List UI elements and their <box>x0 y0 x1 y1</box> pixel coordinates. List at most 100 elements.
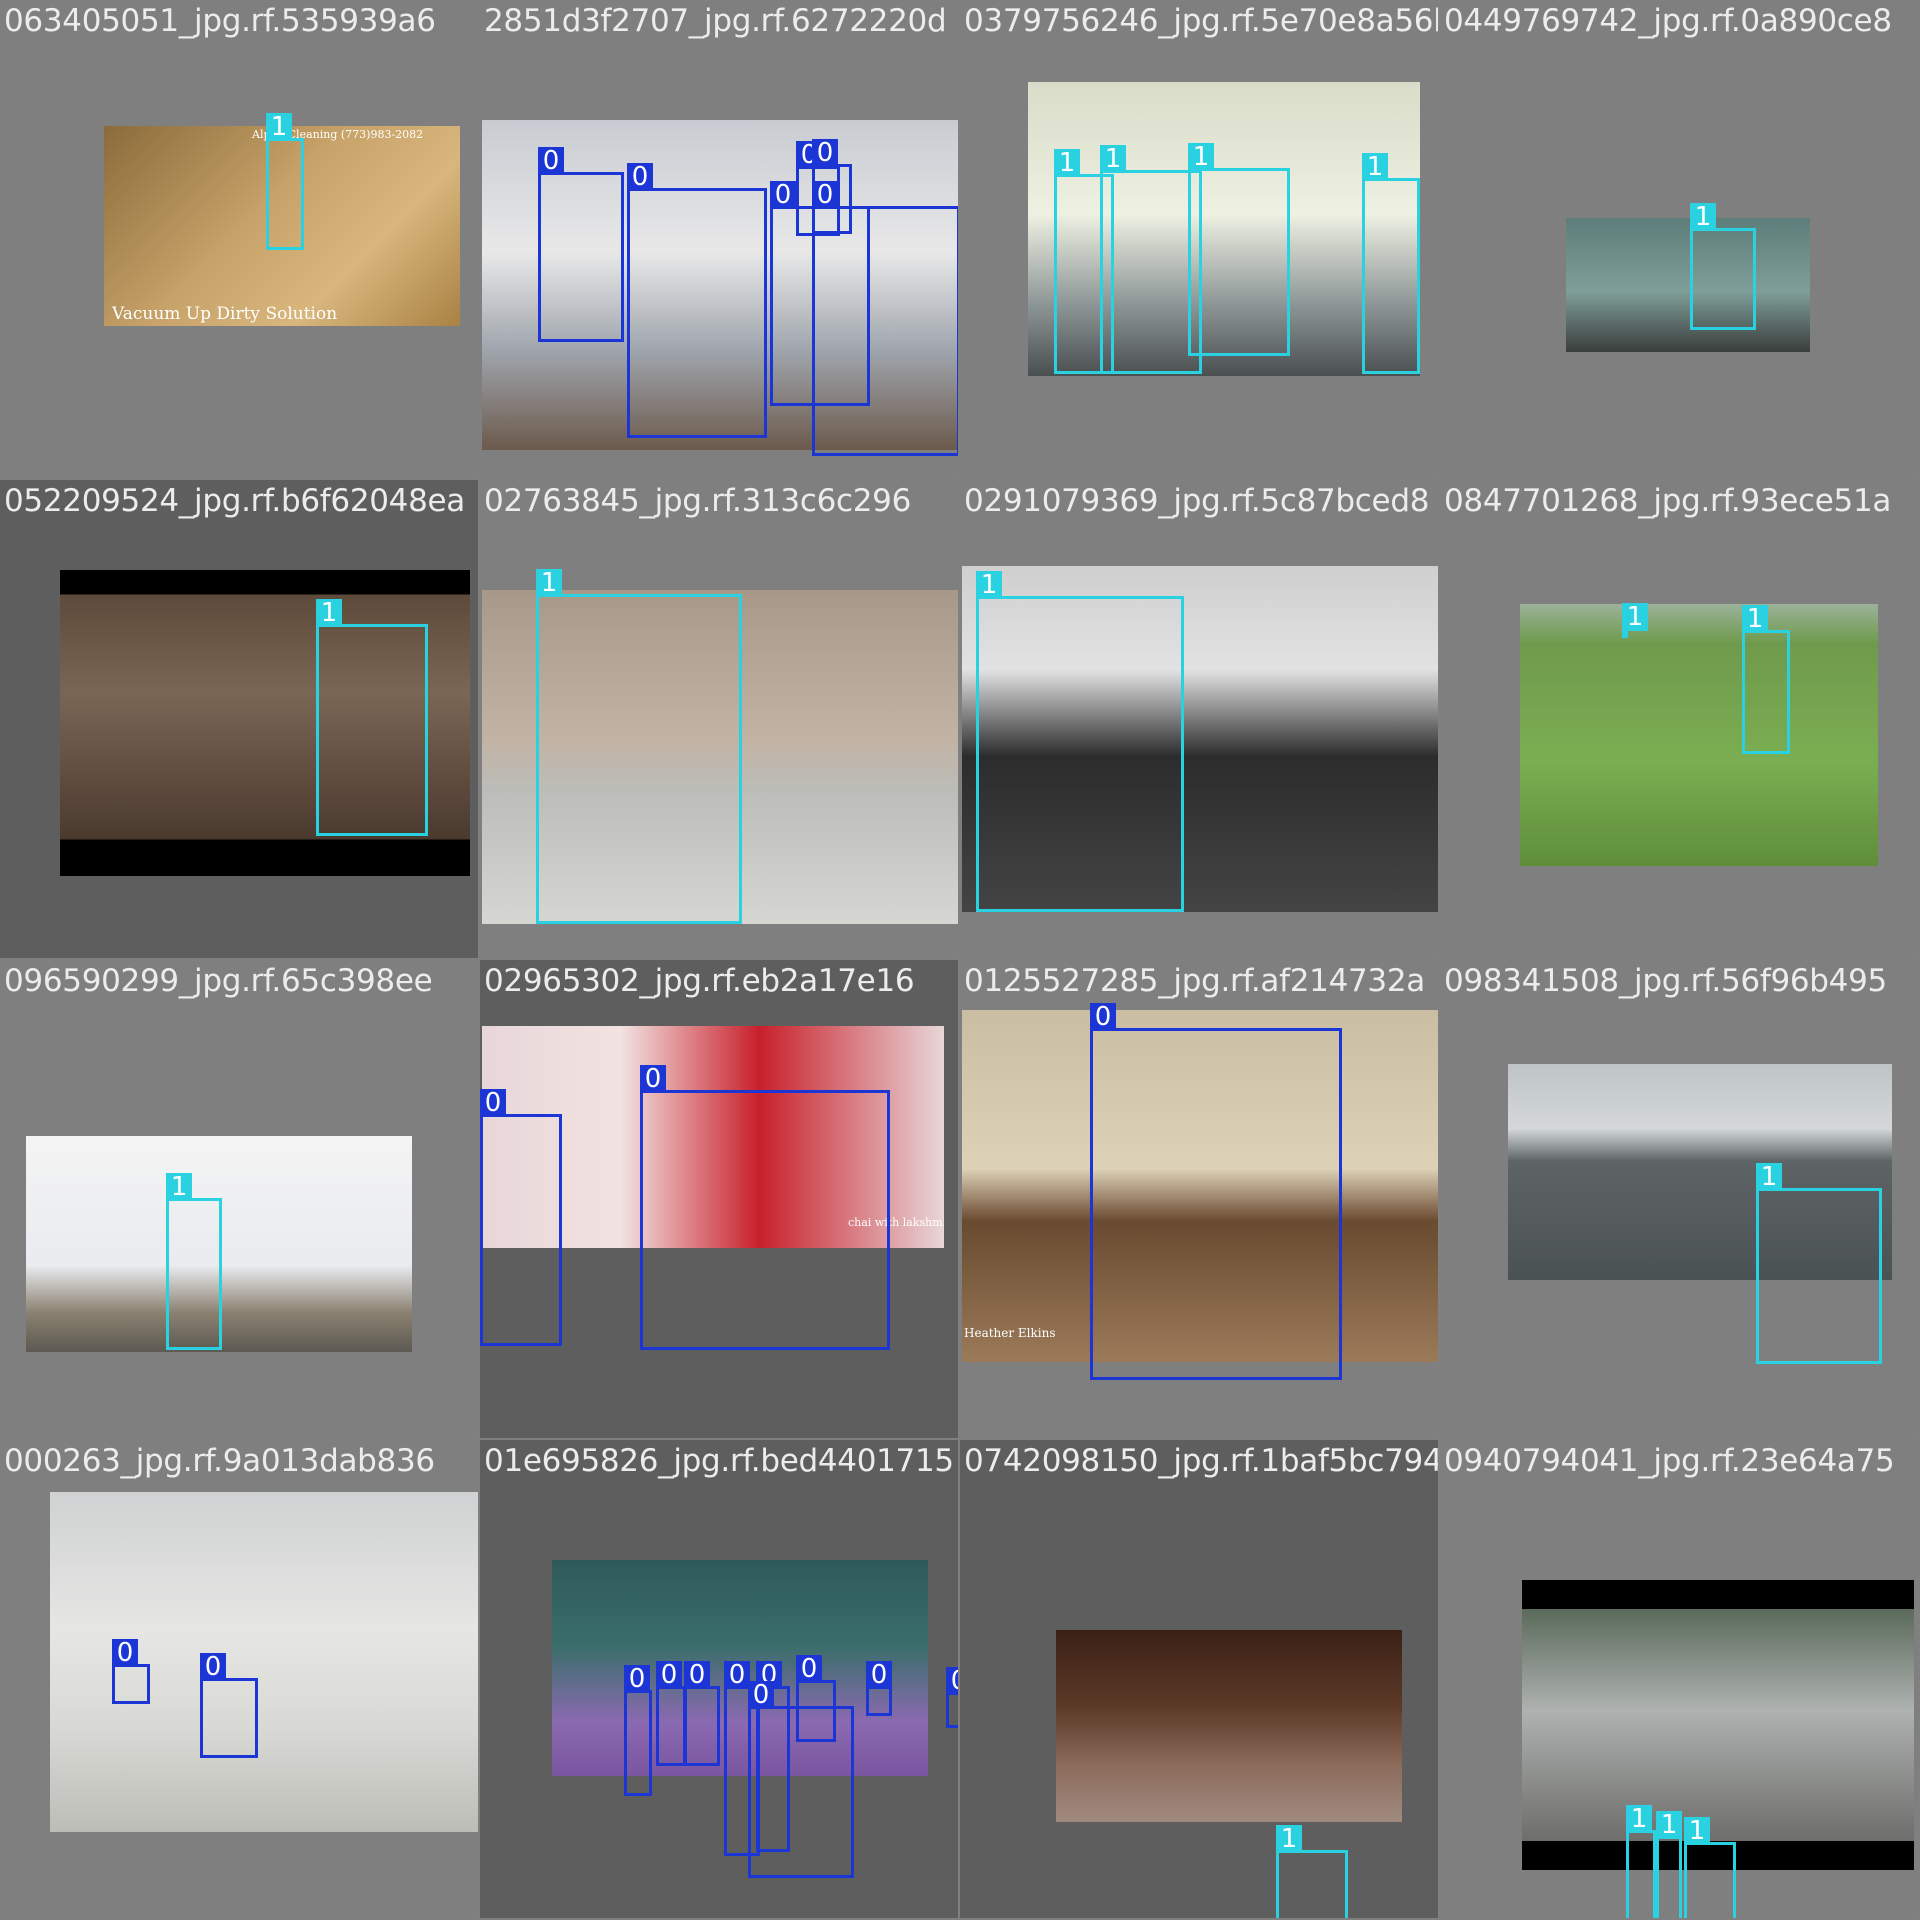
bounding-box-class-1: 1 <box>1276 1825 1348 1918</box>
bounding-box-class-0: 0 <box>627 163 767 438</box>
filename-label: 02763845_jpg.rf.313c6c296 <box>484 483 912 519</box>
photo-frame <box>1520 604 1878 866</box>
bounding-box-class-1: 1 <box>1622 603 1648 638</box>
image-tile[interactable]: 0 0 0 0 0 0 2851d3f2707_jpg.rf.6272220d <box>480 0 958 478</box>
class-label-badge: 0 <box>724 1661 750 1689</box>
image-tile[interactable]: 1 0449769742_jpg.rf.0a890ce8 <box>1440 0 1918 478</box>
bounding-box-class-1: 1 <box>1690 203 1756 330</box>
filename-label: 063405051_jpg.rf.535939a6 <box>4 3 436 39</box>
image-tile[interactable]: 1 1 0847701268_jpg.rf.93ece51a <box>1440 480 1918 958</box>
photo-frame <box>1056 1630 1402 1822</box>
class-label-badge: 1 <box>316 599 342 627</box>
class-label-badge: 0 <box>627 163 653 191</box>
class-label-badge: 0 <box>200 1653 226 1681</box>
class-label-badge: 0 <box>866 1661 892 1689</box>
class-label-badge: 1 <box>1188 143 1214 171</box>
class-label-badge: 0 <box>684 1661 710 1689</box>
image-tile[interactable]: Vacuum Up Dirty Solution Alpha Cleaning (… <box>0 0 478 478</box>
photo-frame <box>1522 1580 1914 1870</box>
class-label-badge: 0 <box>1090 1003 1116 1031</box>
bounding-box-class-1: 1 <box>1656 1811 1682 1918</box>
class-label-badge: 0 <box>640 1065 666 1093</box>
class-label-badge: 1 <box>266 113 292 141</box>
class-label-badge: 1 <box>1362 153 1388 181</box>
bounding-box-class-1: 1 <box>1756 1163 1882 1364</box>
class-label-badge: 0 <box>112 1639 138 1667</box>
image-tile[interactable]: 1 1 1 1 0379756246_jpg.rf.5e70e8a56b <box>960 0 1438 478</box>
bounding-box-class-0: 0 <box>538 147 624 342</box>
bounding-box-class-1: 1 <box>1684 1817 1736 1918</box>
image-tile[interactable]: 0 0 000263_jpg.rf.9a013dab836 <box>0 1440 478 1918</box>
bounding-box-class-0: 0 <box>656 1661 686 1766</box>
class-label-badge: 0 <box>538 147 564 175</box>
class-label-badge: 1 <box>1054 149 1080 177</box>
bounding-box-class-0: 0 <box>480 1089 562 1346</box>
class-label-badge: 0 <box>812 181 838 209</box>
class-label-badge: 0 <box>748 1681 774 1709</box>
filename-label: 098341508_jpg.rf.56f96b495 <box>1444 963 1887 999</box>
image-tile[interactable]: 1 096590299_jpg.rf.65c398ee <box>0 960 478 1438</box>
class-label-badge: 0 <box>480 1089 506 1117</box>
filename-label: 02965302_jpg.rf.eb2a17e16 <box>484 963 915 999</box>
image-tile[interactable]: 1 0291079369_jpg.rf.5c87bced8 <box>960 480 1438 958</box>
class-label-badge: 1 <box>1656 1811 1682 1839</box>
class-label-badge: 0 <box>812 139 838 167</box>
image-tile[interactable]: 1 052209524_jpg.rf.b6f62048ea <box>0 480 478 958</box>
bounding-box-class-1: 1 <box>1362 153 1420 374</box>
filename-label: 0940794041_jpg.rf.23e64a75 <box>1444 1443 1895 1479</box>
class-label-badge: 0 <box>946 1667 958 1695</box>
bounding-box-class-1: 1 <box>1626 1805 1656 1918</box>
bounding-box-class-0: 0 <box>200 1653 258 1758</box>
filename-label: 0449769742_jpg.rf.0a890ce8 <box>1444 3 1892 39</box>
bounding-box-class-0: 0 <box>684 1661 720 1766</box>
image-tile[interactable]: 1 098341508_jpg.rf.56f96b495 <box>1440 960 1918 1438</box>
filename-label: 000263_jpg.rf.9a013dab836 <box>4 1443 435 1479</box>
bounding-box-class-0: 0 <box>1090 1003 1342 1380</box>
class-label-badge: 0 <box>796 1655 822 1683</box>
class-label-badge: 1 <box>1742 605 1768 633</box>
class-label-badge: 0 <box>624 1665 650 1693</box>
bounding-box-class-1: 1 <box>1188 143 1290 356</box>
image-tile[interactable]: 00000000001e695826_jpg.rf.bed4401715 <box>480 1440 958 1918</box>
bounding-box-class-0: 0 <box>112 1639 150 1704</box>
class-label-badge: 1 <box>1690 203 1716 231</box>
bounding-box-class-1: 1 <box>166 1173 222 1350</box>
class-label-badge: 1 <box>536 569 562 597</box>
class-label-badge: 1 <box>166 1173 192 1201</box>
bounding-box-class-1: 1 <box>316 599 428 836</box>
bounding-box-class-1: 1 <box>1742 605 1790 754</box>
bounding-box-class-1: 1 <box>536 569 742 924</box>
filename-label: 0125527285_jpg.rf.af214732a <box>964 963 1425 999</box>
class-label-badge: 1 <box>976 571 1002 599</box>
bounding-box-class-0: 0 <box>748 1681 854 1878</box>
filename-label: 0847701268_jpg.rf.93ece51a <box>1444 483 1892 519</box>
photo-frame <box>1566 218 1810 352</box>
bounding-box-class-1: 1 <box>976 571 1184 912</box>
class-label-badge: 1 <box>1684 1817 1710 1845</box>
class-label-badge: 1 <box>1626 1805 1652 1833</box>
class-label-badge: 1 <box>1622 603 1648 631</box>
filename-label: 0291079369_jpg.rf.5c87bced8 <box>964 483 1430 519</box>
class-label-badge: 1 <box>1756 1163 1782 1191</box>
filename-label: 096590299_jpg.rf.65c398ee <box>4 963 433 999</box>
image-tile[interactable]: 1 0742098150_jpg.rf.1baf5bc794 <box>960 1440 1438 1918</box>
image-tile[interactable]: chai with lakshmi 0 0 02965302_jpg.rf.eb2a1… <box>480 960 958 1438</box>
photo-caption: Vacuum Up Dirty Solution <box>112 304 338 324</box>
filename-label: 01e695826_jpg.rf.bed4401715 <box>484 1443 954 1479</box>
photo-caption: Heather Elkins <box>964 1326 1056 1340</box>
class-label-badge: 1 <box>1100 145 1126 173</box>
bounding-box-class-0: 0 <box>812 181 958 456</box>
mosaic-grid: Vacuum Up Dirty Solution Alpha Cleaning (… <box>0 0 1920 1920</box>
filename-label: 0742098150_jpg.rf.1baf5bc794 <box>964 1443 1438 1479</box>
bounding-box-class-0: 0 <box>624 1665 652 1796</box>
image-tile[interactable]: 1 1 1 0940794041_jpg.rf.23e64a75 <box>1440 1440 1918 1918</box>
filename-label: 052209524_jpg.rf.b6f62048ea <box>4 483 465 519</box>
bounding-box-class-0: 0 <box>640 1065 890 1350</box>
bounding-box-class-0: 0 <box>866 1661 892 1716</box>
bounding-box-class-0: 0 <box>946 1667 958 1728</box>
bounding-box-class-1: 1 <box>266 113 304 250</box>
class-label-badge: 1 <box>1276 1825 1302 1853</box>
image-tile[interactable]: Heather Elkins 0 0125527285_jpg.rf.af21473… <box>960 960 1438 1438</box>
class-label-badge: 0 <box>770 181 796 209</box>
image-tile[interactable]: 1 02763845_jpg.rf.313c6c296 <box>480 480 958 958</box>
